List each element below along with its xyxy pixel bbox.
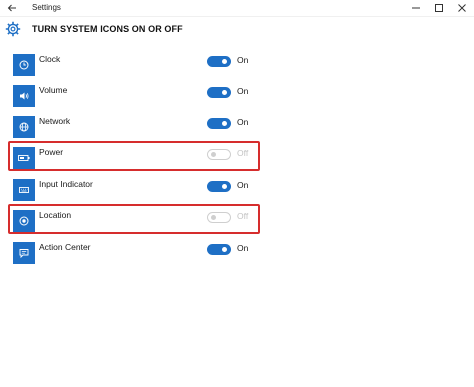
- page-title: TURN SYSTEM ICONS ON OR OFF: [32, 24, 183, 34]
- setting-label: Volume: [39, 85, 68, 95]
- setting-label: Action Center: [39, 242, 91, 252]
- setting-row-volume: Volume On: [0, 85, 474, 113]
- toggle-state: Off: [237, 211, 249, 221]
- setting-label: Input Indicator: [39, 179, 93, 189]
- setting-label: Location: [39, 210, 72, 220]
- maximize-icon: [435, 4, 443, 12]
- toggle-state: On: [237, 117, 249, 127]
- toggle-state: Off: [237, 148, 249, 158]
- action-center-toggle[interactable]: [207, 244, 231, 255]
- back-arrow-icon: [7, 4, 16, 12]
- setting-row-input-indicator: Input Indicator On: [0, 179, 474, 207]
- page-header: TURN SYSTEM ICONS ON OR OFF: [0, 17, 474, 42]
- clock-icon: [19, 60, 29, 70]
- setting-label: Clock: [39, 54, 61, 64]
- minimize-icon: [412, 7, 420, 9]
- title-bar: Settings: [0, 0, 474, 17]
- setting-row-action-center: Action Center On: [0, 242, 474, 270]
- setting-label: Network: [39, 116, 71, 126]
- gear-icon: [5, 21, 21, 37]
- setting-row-power: Power Off: [0, 147, 474, 175]
- setting-row-clock: Clock On: [0, 54, 474, 82]
- toggle-state: On: [237, 55, 249, 65]
- back-button[interactable]: [4, 1, 20, 15]
- network-icon: [19, 122, 29, 132]
- toggle-state: On: [237, 86, 249, 96]
- toggle-knob: [211, 152, 216, 157]
- setting-row-network: Network On: [0, 116, 474, 144]
- volume-icon: [20, 92, 29, 100]
- location-toggle[interactable]: [207, 212, 231, 223]
- toggle-knob: [211, 215, 216, 220]
- power-toggle[interactable]: [207, 149, 231, 160]
- maximize-button[interactable]: [431, 1, 447, 15]
- keyboard-icon: [19, 187, 29, 193]
- input-indicator-toggle[interactable]: [207, 181, 231, 192]
- location-tile: [13, 210, 35, 232]
- action-center-tile: [13, 242, 35, 264]
- volume-toggle[interactable]: [207, 87, 231, 98]
- toggle-knob: [222, 121, 227, 126]
- input-indicator-tile: [13, 179, 35, 201]
- toggle-knob: [222, 59, 227, 64]
- battery-icon: [18, 155, 30, 161]
- clock-tile: [13, 54, 35, 76]
- toggle-knob: [222, 247, 227, 252]
- toggle-knob: [222, 184, 227, 189]
- toggle-state: On: [237, 243, 249, 253]
- close-button[interactable]: [454, 1, 470, 15]
- window-title: Settings: [32, 3, 61, 12]
- network-toggle[interactable]: [207, 118, 231, 129]
- minimize-button[interactable]: [408, 1, 424, 15]
- power-tile: [13, 147, 35, 169]
- close-icon: [458, 4, 466, 12]
- network-tile: [13, 116, 35, 138]
- setting-label: Power: [39, 147, 64, 157]
- location-icon: [19, 216, 29, 226]
- setting-row-location: Location Off: [0, 210, 474, 238]
- clock-toggle[interactable]: [207, 56, 231, 67]
- toggle-state: On: [237, 180, 249, 190]
- toggle-knob: [222, 90, 227, 95]
- action-center-icon: [19, 249, 29, 259]
- volume-tile: [13, 85, 35, 107]
